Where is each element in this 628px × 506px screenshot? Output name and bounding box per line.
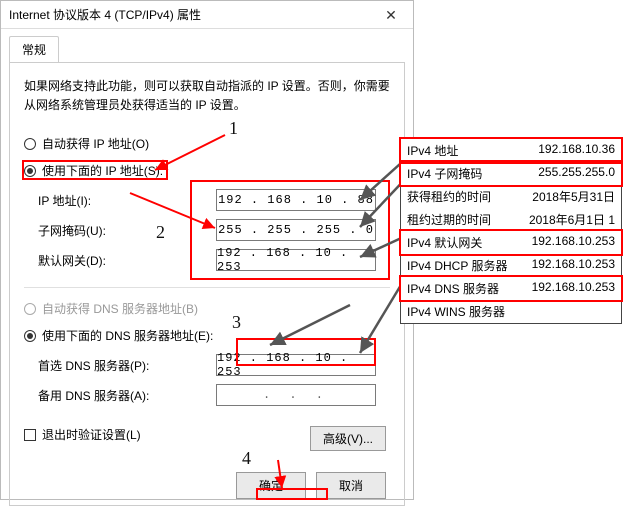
annot-n1: 1	[229, 118, 238, 139]
field-dns2: 备用 DNS 服务器(A): . . .	[38, 384, 376, 406]
radio-auto-dns: 自动获得 DNS 服务器地址(B)	[24, 298, 390, 319]
tabs: 常规	[1, 29, 413, 62]
field-mask: 子网掩码(U): 255 . 255 . 255 . 0	[38, 219, 376, 241]
annot-n4: 4	[242, 448, 251, 469]
info-row: IPv4 子网掩码 255.255.255.0	[401, 162, 621, 185]
field-dns1: 首选 DNS 服务器(P): 192 . 168 . 10 . 253	[38, 354, 376, 376]
info-key: IPv4 地址	[407, 142, 458, 159]
ip-label: IP 地址(I):	[38, 192, 178, 209]
info-key: 租约过期的时间	[407, 211, 491, 228]
info-row: 租约过期的时间 2018年6月1日 1	[401, 208, 621, 231]
dns2-label: 备用 DNS 服务器(A):	[38, 387, 178, 404]
info-row: IPv4 默认网关 192.168.10.253	[401, 231, 621, 254]
tab-body: 如果网络支持此功能，则可以获取自动指派的 IP 设置。否则，你需要从网络系统管理…	[9, 62, 405, 506]
window-title: Internet 协议版本 4 (TCP/IPv4) 属性	[9, 8, 201, 22]
network-info-panel: IPv4 地址 192.168.10.36 IPv4 子网掩码 255.255.255…	[400, 138, 622, 324]
info-key: 获得租约的时间	[407, 188, 491, 205]
annot-n3: 3	[232, 312, 241, 333]
divider	[24, 287, 390, 288]
tab-general[interactable]: 常规	[9, 36, 59, 63]
info-row: IPv4 DHCP 服务器 192.168.10.253	[401, 254, 621, 277]
radio-label: 使用下面的 DNS 服务器地址(E):	[42, 327, 213, 344]
field-ip: IP 地址(I): 192 . 168 . 10 . 88	[38, 189, 376, 211]
advanced-button[interactable]: 高级(V)...	[310, 426, 386, 451]
dialog-buttons: 确定 取消	[236, 472, 386, 499]
info-value: 192.168.10.253	[532, 257, 615, 274]
gateway-input[interactable]: 192 . 168 . 10 . 253	[216, 249, 376, 271]
radio-icon	[24, 303, 36, 315]
dns1-input[interactable]: 192 . 168 . 10 . 253	[216, 354, 376, 376]
checkbox-icon	[24, 429, 36, 441]
field-gateway: 默认网关(D): 192 . 168 . 10 . 253	[38, 249, 376, 271]
radio-icon	[24, 330, 36, 342]
annot-n2: 2	[156, 222, 165, 243]
dns1-label: 首选 DNS 服务器(P):	[38, 357, 178, 374]
info-row: IPv4 地址 192.168.10.36	[401, 139, 621, 162]
ip-input[interactable]: 192 . 168 . 10 . 88	[216, 189, 376, 211]
info-value: 255.255.255.0	[538, 165, 615, 182]
info-value: 192.168.10.253	[532, 234, 615, 251]
radio-label: 自动获得 DNS 服务器地址(B)	[42, 300, 198, 317]
ok-button[interactable]: 确定	[236, 472, 306, 499]
info-value: 2018年6月1日 1	[529, 211, 615, 228]
cancel-button[interactable]: 取消	[316, 472, 386, 499]
ip-fields: IP 地址(I): 192 . 168 . 10 . 88 子网掩码(U): 2…	[38, 189, 376, 271]
close-icon[interactable]: ✕	[369, 1, 413, 29]
gateway-label: 默认网关(D):	[38, 252, 178, 269]
radio-manual-dns[interactable]: 使用下面的 DNS 服务器地址(E):	[24, 325, 390, 346]
info-row: 获得租约的时间 2018年5月31日	[401, 185, 621, 208]
radio-icon	[24, 165, 36, 177]
mask-input[interactable]: 255 . 255 . 255 . 0	[216, 219, 376, 241]
info-key: IPv4 默认网关	[407, 234, 482, 251]
info-key: IPv4 DNS 服务器	[407, 280, 499, 297]
info-value: 192.168.10.36	[538, 142, 615, 159]
radio-icon	[24, 138, 36, 150]
instruction-text: 如果网络支持此功能，则可以获取自动指派的 IP 设置。否则，你需要从网络系统管理…	[24, 77, 390, 115]
radio-auto-ip[interactable]: 自动获得 IP 地址(O)	[24, 133, 390, 154]
info-value: 2018年5月31日	[532, 188, 615, 205]
info-value: 192.168.10.253	[532, 280, 615, 297]
radio-label: 自动获得 IP 地址(O)	[42, 135, 149, 152]
dialog-window: Internet 协议版本 4 (TCP/IPv4) 属性 ✕ 常规 如果网络支…	[0, 0, 414, 500]
info-key: IPv4 WINS 服务器	[407, 303, 505, 320]
checkbox-label: 退出时验证设置(L)	[42, 426, 141, 443]
titlebar: Internet 协议版本 4 (TCP/IPv4) 属性 ✕	[1, 1, 413, 29]
info-key: IPv4 子网掩码	[407, 165, 482, 182]
radio-manual-ip[interactable]: 使用下面的 IP 地址(S):	[24, 160, 390, 181]
info-row: IPv4 DNS 服务器 192.168.10.253	[401, 277, 621, 300]
dns-fields: 首选 DNS 服务器(P): 192 . 168 . 10 . 253 备用 D…	[38, 354, 376, 406]
radio-label: 使用下面的 IP 地址(S):	[42, 162, 163, 179]
info-row: IPv4 WINS 服务器	[401, 300, 621, 323]
dns2-input[interactable]: . . .	[216, 384, 376, 406]
info-key: IPv4 DHCP 服务器	[407, 257, 507, 274]
